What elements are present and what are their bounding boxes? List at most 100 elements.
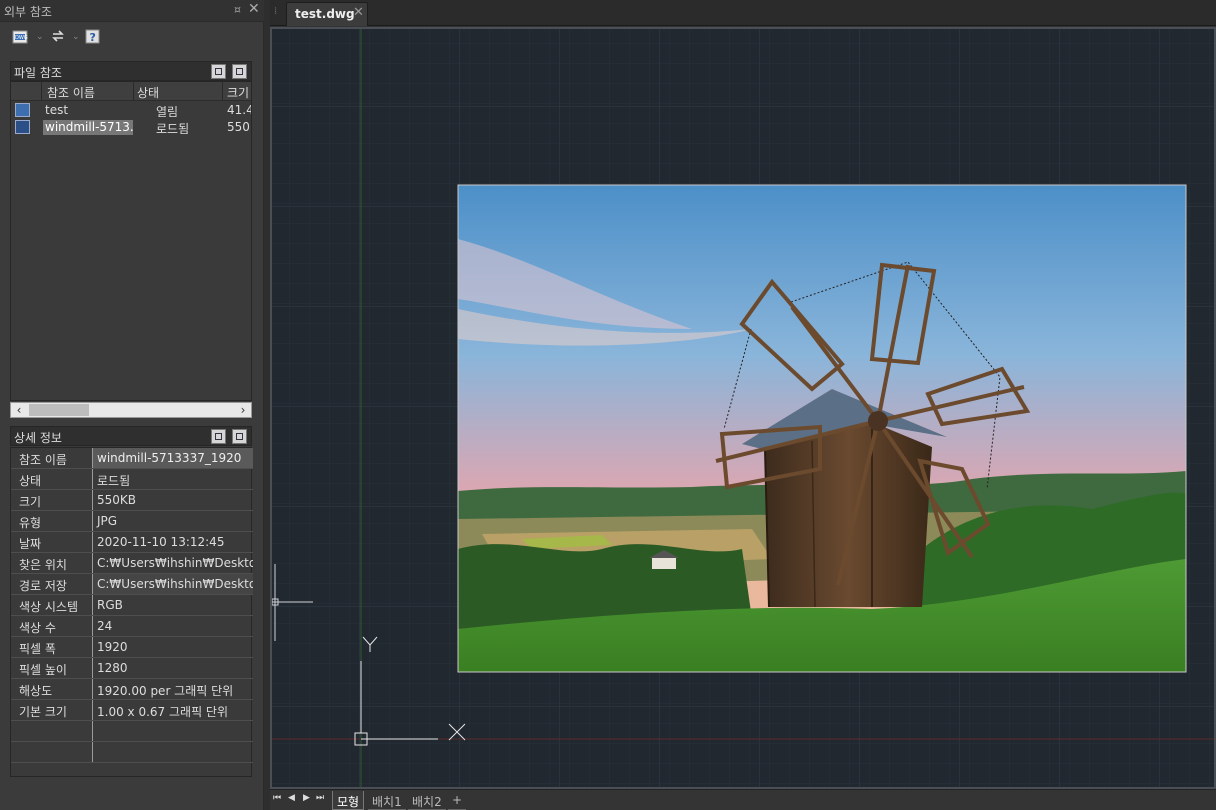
last-layout-icon[interactable]: ⏭ xyxy=(316,793,324,803)
layout-tab-bar: ⏮ ◀ ▶ ⏭ 모형 배치1 배치2 + xyxy=(270,789,1216,810)
detail-value: 1920.00 per 그래픽 단위 xyxy=(97,684,234,698)
detail-key: 해상도 xyxy=(11,679,93,699)
details-view-icon[interactable] xyxy=(211,429,226,444)
file-list-header: 참조 이름 상태 크기 xyxy=(11,82,251,101)
detail-key: 색상 수 xyxy=(11,616,93,636)
detail-row: 픽셀 높이 1280 xyxy=(11,658,253,679)
detail-row: 기본 크기 1.00 x 0.67 그래픽 단위 xyxy=(11,700,253,721)
details-header: 상세 정보 xyxy=(10,426,252,446)
grip-icon: ⁞ xyxy=(274,6,278,17)
file-name: test xyxy=(45,103,69,117)
document-tab-bar: ⁞ test.dwg ✕ xyxy=(270,0,1216,26)
details-title: 상세 정보 xyxy=(14,431,62,445)
file-size: 41.4K xyxy=(227,103,251,117)
detail-key: 유형 xyxy=(11,511,93,531)
detail-key: 색상 시스템 xyxy=(11,595,93,615)
detail-key: 기본 크기 xyxy=(11,700,93,720)
detail-value: 1920 xyxy=(97,640,128,654)
scroll-right-icon[interactable]: › xyxy=(235,403,251,417)
detail-value: C:₩Users₩ihshin₩Deskto... xyxy=(97,556,253,570)
first-layout-icon[interactable]: ⏮ xyxy=(273,793,281,803)
detail-row-empty xyxy=(11,742,253,763)
detail-row: 색상 수 24 xyxy=(11,616,253,637)
preview-view-icon[interactable] xyxy=(232,429,247,444)
tab-layout2[interactable]: 배치2 xyxy=(408,791,446,810)
xref-toolbar: DWG ⌄ ⌄ ? xyxy=(8,28,258,50)
attached-image-windmill[interactable] xyxy=(457,184,1187,673)
detail-key: 날짜 xyxy=(11,532,93,552)
tab-model[interactable]: 모형 xyxy=(332,791,365,810)
tab-layout1[interactable]: 배치1 xyxy=(368,791,406,810)
detail-key: 상태 xyxy=(11,469,93,489)
detail-row: 찾은 위치 C:₩Users₩ihshin₩Deskto... xyxy=(11,553,253,574)
scroll-thumb[interactable] xyxy=(29,404,89,416)
add-layout-button[interactable]: + xyxy=(448,791,467,810)
detail-value: RGB xyxy=(97,598,123,612)
detail-key: 찾은 위치 xyxy=(11,553,93,573)
prev-layout-icon[interactable]: ◀ xyxy=(288,793,295,803)
detail-key: 픽셀 높이 xyxy=(11,658,93,678)
file-row-windmill[interactable]: windmill-5713... 로드됨 550KB xyxy=(11,119,251,136)
detail-row-empty xyxy=(11,721,253,742)
detail-value[interactable]: windmill-5713337_1920 xyxy=(93,448,253,468)
detail-row: 경로 저장 C:₩Users₩ihshin₩Deskto... xyxy=(11,574,253,595)
column-status[interactable]: 상태 xyxy=(137,84,159,101)
column-separator[interactable] xyxy=(41,82,42,101)
refresh-dropdown-icon[interactable]: ⌄ xyxy=(72,32,80,42)
detail-value: 2020-11-10 13:12:45 xyxy=(97,535,225,549)
list-view-icon[interactable] xyxy=(211,64,226,79)
palette-title-bar[interactable]: 외부 참조 ¤ ✕ xyxy=(0,0,264,22)
file-row-test[interactable]: test 열림 41.4K xyxy=(11,102,251,119)
drawing-grid xyxy=(272,29,1214,787)
svg-text:?: ? xyxy=(90,31,96,44)
app-window: 외부 참조 ¤ ✕ DWG ⌄ ⌄ ? 파일 참조 참조 이름 상태 크기 te… xyxy=(0,0,1216,810)
detail-key: 크기 xyxy=(11,490,93,510)
horizontal-scrollbar[interactable]: ‹ › xyxy=(10,402,252,418)
detail-key: 픽셀 폭 xyxy=(11,637,93,657)
image-file-icon xyxy=(15,120,30,134)
detail-value: 550KB xyxy=(97,493,137,507)
close-icon[interactable]: ✕ xyxy=(248,1,260,17)
xref-palette: 외부 참조 ¤ ✕ DWG ⌄ ⌄ ? 파일 참조 참조 이름 상태 크기 te… xyxy=(0,0,264,810)
tab-label: test.dwg xyxy=(295,7,355,21)
file-status: 열림 xyxy=(156,105,179,119)
svg-text:DWG: DWG xyxy=(15,35,28,41)
detail-key: 경로 저장 xyxy=(11,574,93,594)
detail-value: 1.00 x 0.67 그래픽 단위 xyxy=(97,705,228,719)
palette-title: 외부 참조 xyxy=(4,5,52,19)
file-name: windmill-5713... xyxy=(43,120,133,135)
tree-view-icon[interactable] xyxy=(232,64,247,79)
column-ref-name[interactable]: 참조 이름 xyxy=(47,84,95,101)
detail-value[interactable]: C:₩Users₩ihshin₩Deskto... xyxy=(93,574,253,594)
file-size: 550KB xyxy=(227,120,251,134)
detail-value: 1280 xyxy=(97,661,128,675)
detail-value: JPG xyxy=(97,514,118,528)
detail-value: 로드됨 xyxy=(97,474,131,488)
column-separator[interactable] xyxy=(222,82,223,101)
detail-row: 크기 550KB xyxy=(11,490,253,511)
file-references-list: 참조 이름 상태 크기 test 열림 41.4K windmill-5713.… xyxy=(10,81,252,401)
attach-dropdown-icon[interactable]: ⌄ xyxy=(36,32,44,42)
detail-row: 상태 로드됨 xyxy=(11,469,253,490)
close-tab-icon[interactable]: ✕ xyxy=(353,5,364,20)
next-layout-icon[interactable]: ▶ xyxy=(303,793,310,803)
column-size[interactable]: 크기 xyxy=(227,84,249,101)
column-separator[interactable] xyxy=(133,82,134,101)
detail-row: 참조 이름 windmill-5713337_1920 xyxy=(11,448,253,469)
refresh-icon[interactable] xyxy=(50,28,72,50)
tab-test-dwg[interactable]: test.dwg ✕ xyxy=(286,2,368,26)
detail-row: 날짜 2020-11-10 13:12:45 xyxy=(11,532,253,553)
pin-icon[interactable]: ¤ xyxy=(234,3,241,16)
detail-value: 24 xyxy=(97,619,113,633)
details-table: 참조 이름 windmill-5713337_1920 상태 로드됨 크기 550KB… xyxy=(10,447,253,777)
detail-row: 색상 시스템 RGB xyxy=(11,595,253,616)
file-status: 로드됨 xyxy=(156,122,190,136)
detail-key: 참조 이름 xyxy=(11,448,93,468)
attach-dwg-icon[interactable]: DWG xyxy=(12,28,34,50)
scroll-left-icon[interactable]: ‹ xyxy=(11,403,27,417)
dwg-file-icon xyxy=(15,103,30,117)
file-references-header: 파일 참조 xyxy=(10,61,252,81)
detail-row: 픽셀 폭 1920 xyxy=(11,637,253,658)
model-space-canvas[interactable] xyxy=(270,27,1216,789)
help-icon[interactable]: ? xyxy=(84,28,106,50)
